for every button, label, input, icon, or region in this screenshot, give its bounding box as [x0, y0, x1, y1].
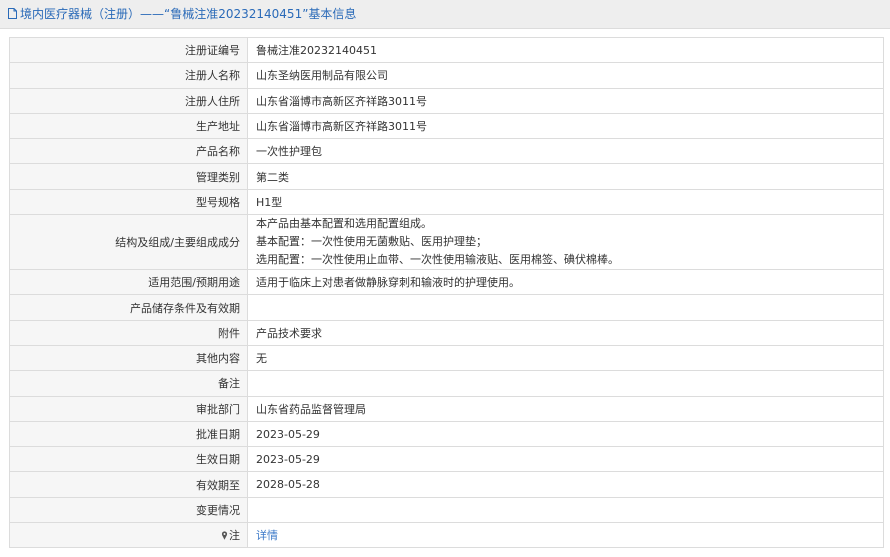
- row-value: [247, 496, 884, 524]
- row-value: [247, 294, 884, 321]
- table-row: 批准日期 2023-05-29: [9, 420, 884, 448]
- table-row: 注册证编号 鲁械注准20232140451: [9, 36, 884, 64]
- composition-line: 选用配置：一次性使用止血带、一次性使用输液贴、医用棉签、碘伏棉棒。: [256, 253, 619, 267]
- row-value: 2023-05-29: [247, 446, 884, 473]
- row-value: 鲁械注准20232140451: [247, 36, 884, 64]
- composition-line: 基本配置：一次性使用无菌敷贴、医用护理垫；: [256, 235, 487, 249]
- row-value: 2023-05-29: [247, 420, 884, 448]
- registration-info-table: 注册证编号 鲁械注准20232140451 注册人名称 山东圣纳医用制品有限公司…: [9, 36, 884, 549]
- row-value: [247, 370, 884, 397]
- table-row: 管理类别 第二类: [9, 163, 884, 190]
- table-row: 适用范围/预期用途 适用于临床上对患者做静脉穿刺和输液时的护理使用。: [9, 269, 884, 296]
- row-label: 适用范围/预期用途: [9, 269, 248, 296]
- row-label: 生效日期: [9, 446, 248, 473]
- row-value: 本产品由基本配置和选用配置组成。 基本配置：一次性使用无菌敷贴、医用护理垫； 选…: [247, 214, 884, 271]
- row-value: 第二类: [247, 163, 884, 190]
- row-label: 附件: [9, 319, 248, 346]
- row-label: 产品名称: [9, 138, 248, 165]
- details-link[interactable]: 详情: [256, 529, 278, 542]
- table-row: 备注: [9, 370, 884, 397]
- table-row: 有效期至 2028-05-28: [9, 471, 884, 498]
- table-row: 注册人住所 山东省淄博市高新区齐祥路3011号: [9, 87, 884, 114]
- row-label: 生产地址: [9, 112, 248, 140]
- row-label: 产品储存条件及有效期: [9, 294, 248, 321]
- pin-icon: [221, 531, 228, 540]
- table-row: 附件 产品技术要求: [9, 319, 884, 346]
- row-label: 其他内容: [9, 344, 248, 372]
- table-row: 生产地址 山东省淄博市高新区齐祥路3011号: [9, 112, 884, 140]
- table-row: 型号规格 H1型: [9, 188, 884, 216]
- table-row: 注 详情: [9, 522, 884, 549]
- row-label: 注: [229, 529, 240, 543]
- row-value: 山东省淄博市高新区齐祥路3011号: [247, 87, 884, 114]
- table-row: 产品储存条件及有效期: [9, 294, 884, 321]
- row-label: 结构及组成/主要组成成分: [9, 214, 248, 271]
- row-value: 2028-05-28: [247, 471, 884, 498]
- document-icon: [8, 8, 17, 19]
- row-value: 山东省淄博市高新区齐祥路3011号: [247, 112, 884, 140]
- row-value: H1型: [247, 188, 884, 216]
- page-header: 境内医疗器械（注册）——“鲁械注准20232140451”基本信息: [0, 0, 890, 29]
- row-value: 详情: [247, 522, 884, 549]
- table-row: 审批部门 山东省药品监督管理局: [9, 395, 884, 422]
- table-row: 其他内容 无: [9, 344, 884, 372]
- note-label: 注: [9, 522, 248, 549]
- row-label: 备注: [9, 370, 248, 397]
- row-value: 产品技术要求: [247, 319, 884, 346]
- row-label: 批准日期: [9, 420, 248, 448]
- table-row: 结构及组成/主要组成成分 本产品由基本配置和选用配置组成。 基本配置：一次性使用…: [9, 214, 884, 271]
- table-row: 注册人名称 山东圣纳医用制品有限公司: [9, 62, 884, 89]
- row-value: 山东圣纳医用制品有限公司: [247, 62, 884, 89]
- row-label: 型号规格: [9, 188, 248, 216]
- row-label: 变更情况: [9, 496, 248, 524]
- row-value: 一次性护理包: [247, 138, 884, 165]
- page-title: 境内医疗器械（注册）——“鲁械注准20232140451”基本信息: [20, 7, 357, 21]
- row-label: 管理类别: [9, 163, 248, 190]
- row-label: 审批部门: [9, 395, 248, 422]
- composition-line: 本产品由基本配置和选用配置组成。: [256, 217, 432, 231]
- row-label: 注册人住所: [9, 87, 248, 114]
- row-label: 注册证编号: [9, 36, 248, 64]
- row-label: 有效期至: [9, 471, 248, 498]
- table-row: 生效日期 2023-05-29: [9, 446, 884, 473]
- row-label: 注册人名称: [9, 62, 248, 89]
- row-value: 适用于临床上对患者做静脉穿刺和输液时的护理使用。: [247, 269, 884, 296]
- row-value: 无: [247, 344, 884, 372]
- table-row: 变更情况: [9, 496, 884, 524]
- row-value: 山东省药品监督管理局: [247, 395, 884, 422]
- table-row: 产品名称 一次性护理包: [9, 138, 884, 165]
